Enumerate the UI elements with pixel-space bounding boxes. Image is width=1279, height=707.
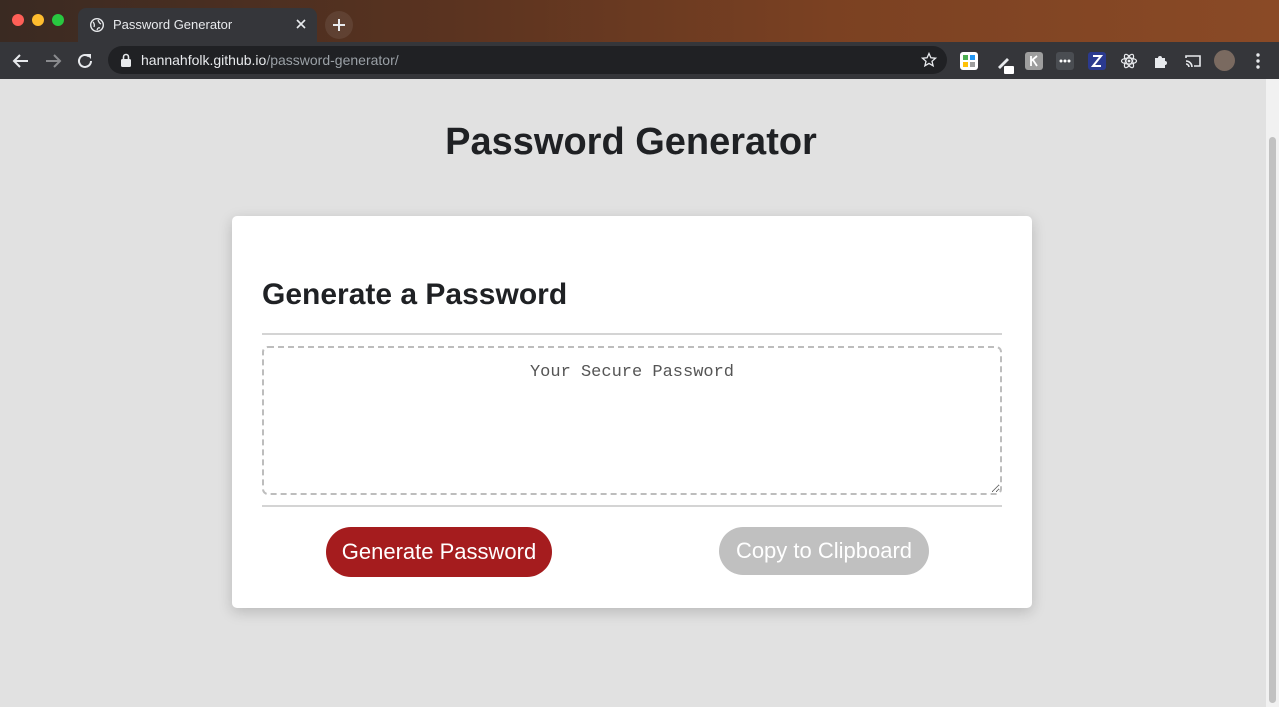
forward-arrow-icon[interactable] <box>43 51 63 71</box>
lock-icon[interactable] <box>120 53 132 67</box>
z-extension-icon[interactable] <box>1088 52 1106 70</box>
cast-icon[interactable] <box>1184 52 1202 70</box>
extension-icon-1[interactable] <box>960 52 978 70</box>
globe-icon <box>90 18 104 32</box>
browser-toolbar: hannahfolk.github.io/password-generator/ <box>0 42 1279 79</box>
more-menu-icon[interactable] <box>1248 51 1268 71</box>
puzzle-extensions-icon[interactable] <box>1152 52 1170 70</box>
tab-title: Password Generator <box>113 17 233 32</box>
password-card: Generate a Password Generate Password Co… <box>232 216 1032 608</box>
divider <box>262 333 1002 335</box>
more-dots-extension-icon[interactable] <box>1056 52 1074 70</box>
page-title: Password Generator <box>445 121 817 163</box>
url-host: hannahfolk.github.io <box>141 52 267 68</box>
reload-icon[interactable] <box>75 51 95 71</box>
extension-icon-3[interactable] <box>1025 52 1043 70</box>
new-tab-button[interactable] <box>325 11 353 39</box>
browser-titlebar: Password Generator <box>0 0 1279 42</box>
page-scrollbar[interactable] <box>1266 79 1279 707</box>
zoom-window-button[interactable] <box>52 14 64 26</box>
plus-icon <box>333 19 345 31</box>
back-arrow-icon[interactable] <box>11 51 31 71</box>
copy-to-clipboard-button[interactable]: Copy to Clipboard <box>719 527 929 575</box>
password-output-textarea[interactable] <box>262 346 1002 495</box>
url-text: hannahfolk.github.io/password-generator/ <box>141 52 399 68</box>
divider <box>262 505 1002 507</box>
profile-avatar[interactable] <box>1214 50 1235 71</box>
bookmark-star-icon[interactable] <box>921 52 937 68</box>
scrollbar-thumb[interactable] <box>1269 137 1276 703</box>
address-bar[interactable]: hannahfolk.github.io/password-generator/ <box>108 46 947 74</box>
close-tab-icon[interactable] <box>294 17 308 31</box>
url-path: /password-generator/ <box>266 52 399 68</box>
page-viewport: Password Generator Generate a Password G… <box>0 79 1266 707</box>
minimize-window-button[interactable] <box>32 14 44 26</box>
close-window-button[interactable] <box>12 14 24 26</box>
react-devtools-icon[interactable] <box>1120 52 1138 70</box>
card-header: Generate a Password <box>262 278 568 311</box>
pen-extension-icon[interactable] <box>994 52 1014 74</box>
browser-tab[interactable]: Password Generator <box>78 8 317 42</box>
generate-password-button[interactable]: Generate Password <box>326 527 552 577</box>
